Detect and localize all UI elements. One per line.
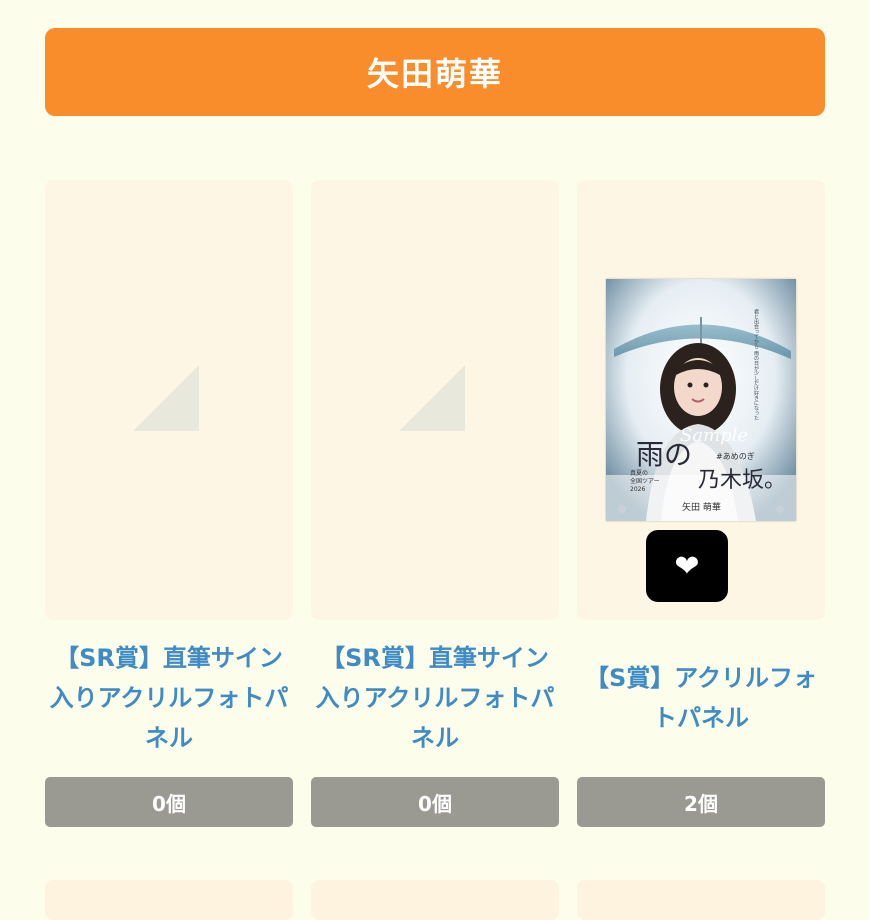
placeholder-image-icon (133, 365, 199, 431)
photo-text-tour2: 全国ツアー (630, 477, 660, 485)
acrylic-photo-panel-image[interactable]: 雨の Sample #あめのぎ 乃木坂。 真夏の 全国ツアー 2026 矢田 萌… (606, 279, 796, 521)
photo-text-sub: #あめのぎ (716, 451, 755, 461)
item-card[interactable] (45, 180, 293, 620)
photo-text-sample: Sample (680, 425, 748, 446)
item-card-next-row[interactable] (577, 880, 825, 920)
item-title[interactable]: 【SR賞】直筆サイン入りアクリルフォトパネル (45, 638, 293, 758)
photo-text-brand: 乃木坂。 (698, 468, 786, 493)
item-card-next-row[interactable] (311, 880, 559, 920)
photo-text-tour1: 真夏の (630, 469, 648, 477)
item-card[interactable]: 雨の Sample #あめのぎ 乃木坂。 真夏の 全国ツアー 2026 矢田 萌… (577, 180, 825, 620)
placeholder-image-icon (399, 365, 465, 431)
item-count: 0個 (311, 777, 559, 827)
item-count: 0個 (45, 777, 293, 827)
item-count: 2個 (577, 777, 825, 827)
item-title[interactable]: 【S賞】アクリルフォトパネル (577, 658, 825, 738)
photo-text-year: 2026 (630, 486, 645, 493)
photo-text-poem: 君と出会ってから 雨の日が少しだけ好きになった (753, 309, 759, 422)
heart-icon: ❤ (674, 548, 700, 584)
item-title[interactable]: 【SR賞】直筆サイン入りアクリルフォトパネル (311, 638, 559, 758)
photo-illustration: 雨の Sample #あめのぎ 乃木坂。 真夏の 全国ツアー 2026 矢田 萌… (606, 279, 796, 521)
member-name-header: 矢田萌華 (45, 28, 825, 116)
item-card-next-row[interactable] (45, 880, 293, 920)
member-name: 矢田萌華 (366, 55, 503, 93)
item-card[interactable] (311, 180, 559, 620)
favorite-button[interactable]: ❤ (646, 530, 728, 602)
photo-text-name: 矢田 萌華 (682, 501, 721, 513)
